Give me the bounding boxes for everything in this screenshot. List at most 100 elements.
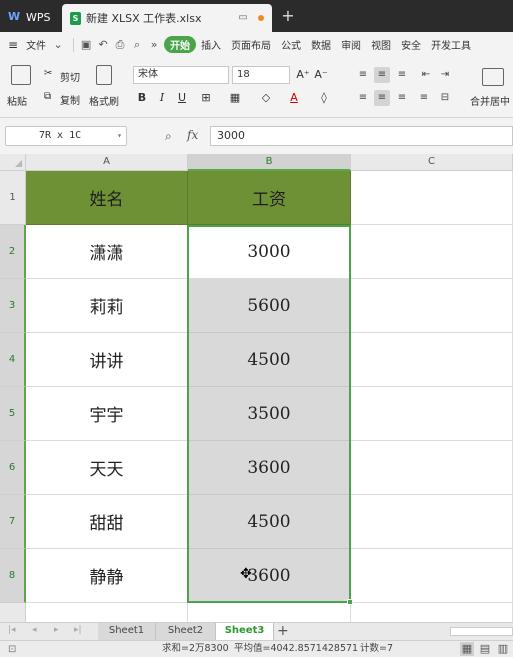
- font-size-select[interactable]: 18: [232, 66, 290, 84]
- undo-icon[interactable]: ↶: [96, 38, 110, 52]
- tab-review[interactable]: 审阅: [336, 37, 366, 52]
- cell-salary-active[interactable]: 3000: [188, 225, 351, 279]
- fill-style-icon[interactable]: ▦: [227, 90, 243, 106]
- font-name-select[interactable]: 宋体: [133, 66, 229, 84]
- sheet-tab-2[interactable]: Sheet2: [156, 623, 216, 640]
- add-sheet-button[interactable]: +: [277, 623, 289, 639]
- prev-sheet-icon[interactable]: ◂: [32, 625, 37, 635]
- row-header[interactable]: 4: [0, 333, 26, 387]
- tab-view[interactable]: 视图: [366, 37, 396, 52]
- horizontal-scrollbar[interactable]: [450, 627, 513, 636]
- scissors-icon[interactable]: ✂: [44, 68, 52, 79]
- fill-color-icon[interactable]: ◇: [258, 90, 274, 106]
- cut-button[interactable]: 剪切: [60, 69, 80, 84]
- column-header-a[interactable]: A: [26, 154, 188, 171]
- table-cell[interactable]: [351, 279, 513, 333]
- macro-record-icon[interactable]: ⊡: [8, 642, 16, 657]
- bold-icon[interactable]: B: [134, 90, 150, 106]
- tab-page-layout[interactable]: 页面布局: [226, 37, 276, 52]
- next-sheet-icon[interactable]: ▸: [54, 625, 59, 635]
- row-header[interactable]: 3: [0, 279, 26, 333]
- underline-icon[interactable]: U: [174, 90, 190, 106]
- cell-salary[interactable]: 3600: [188, 549, 351, 603]
- align-center-icon[interactable]: ≡: [374, 90, 390, 106]
- spreadsheet-grid[interactable]: A B C 1 姓名 工资 2 潇潇 3000 3 莉莉 5600 4 讲讲 4…: [0, 154, 513, 622]
- chevron-down-icon[interactable]: ⌄: [51, 38, 65, 52]
- row-header[interactable]: 8: [0, 549, 26, 603]
- page-break-view-icon[interactable]: ▥: [496, 642, 510, 656]
- column-header-b[interactable]: B: [188, 154, 351, 171]
- first-sheet-icon[interactable]: |◂: [8, 625, 16, 635]
- table-cell[interactable]: [351, 441, 513, 495]
- cell-salary[interactable]: 4500: [188, 333, 351, 387]
- cell-name[interactable]: 潇潇: [26, 225, 188, 279]
- table-cell[interactable]: [351, 603, 513, 622]
- align-middle-icon[interactable]: ≡: [374, 67, 390, 83]
- italic-icon[interactable]: I: [154, 90, 170, 106]
- table-cell[interactable]: [351, 387, 513, 441]
- cell-salary[interactable]: 4500: [188, 495, 351, 549]
- align-right-icon[interactable]: ≡: [394, 90, 410, 106]
- format-painter-button[interactable]: 格式刷: [89, 93, 119, 108]
- align-top-icon[interactable]: ≡: [355, 67, 371, 83]
- zoom-lookup-icon[interactable]: ⌕: [165, 129, 172, 144]
- sheet-tab-3[interactable]: Sheet3: [216, 623, 274, 640]
- last-sheet-icon[interactable]: ▸|: [74, 625, 82, 635]
- window-restore-icon[interactable]: ▭: [237, 12, 249, 24]
- tab-security[interactable]: 安全: [396, 37, 426, 52]
- paste-button[interactable]: 粘贴: [7, 93, 27, 108]
- print-preview-icon[interactable]: ⌕: [130, 38, 144, 52]
- tab-developer[interactable]: 开发工具: [426, 37, 476, 52]
- cell-name[interactable]: 甜甜: [26, 495, 188, 549]
- insert-function-icon[interactable]: fx: [187, 128, 198, 142]
- row-header[interactable]: 6: [0, 441, 26, 495]
- decrease-font-icon[interactable]: A⁻: [313, 67, 329, 83]
- select-all-corner[interactable]: [0, 154, 26, 171]
- merge-center-button[interactable]: 合并居中: [470, 93, 510, 108]
- normal-view-icon[interactable]: ▦: [460, 642, 474, 656]
- increase-indent-icon[interactable]: ⇥: [437, 67, 453, 83]
- table-cell[interactable]: [26, 603, 188, 622]
- align-bottom-icon[interactable]: ≡: [394, 67, 410, 83]
- cell-name[interactable]: 讲讲: [26, 333, 188, 387]
- menu-file[interactable]: 文件: [21, 37, 51, 52]
- copy-button[interactable]: 复制: [60, 92, 80, 107]
- cell-name-header[interactable]: 姓名: [26, 171, 188, 225]
- more-commands-icon[interactable]: »: [147, 38, 161, 52]
- tab-data[interactable]: 数据: [306, 37, 336, 52]
- cell-salary[interactable]: 3500: [188, 387, 351, 441]
- tab-insert[interactable]: 插入: [196, 37, 226, 52]
- page-layout-view-icon[interactable]: ▤: [478, 642, 492, 656]
- cell-salary-header[interactable]: 工资: [188, 171, 351, 225]
- merge-center-icon[interactable]: [482, 68, 504, 86]
- row-header[interactable]: 5: [0, 387, 26, 441]
- chevron-down-icon[interactable]: ▾: [117, 127, 122, 145]
- tab-formulas[interactable]: 公式: [276, 37, 306, 52]
- formula-input[interactable]: 3000: [210, 126, 513, 146]
- decrease-indent-icon[interactable]: ⇤: [418, 67, 434, 83]
- increase-font-icon[interactable]: A⁺: [295, 67, 311, 83]
- table-cell[interactable]: [188, 603, 351, 622]
- row-header[interactable]: 2: [0, 225, 26, 279]
- font-color-icon[interactable]: A: [286, 90, 302, 106]
- clear-format-icon[interactable]: ◊: [316, 90, 332, 106]
- row-header[interactable]: 7: [0, 495, 26, 549]
- paste-icon[interactable]: [11, 65, 31, 85]
- fill-handle[interactable]: [347, 599, 353, 605]
- copy-icon[interactable]: ⧉: [44, 91, 51, 102]
- cell-name[interactable]: 天天: [26, 441, 188, 495]
- row-header[interactable]: 1: [0, 171, 26, 225]
- cell-name[interactable]: 莉莉: [26, 279, 188, 333]
- new-tab-button[interactable]: +: [280, 8, 296, 24]
- wps-app-tab[interactable]: W WPS: [0, 4, 58, 30]
- table-cell[interactable]: [351, 495, 513, 549]
- hamburger-icon[interactable]: ≡: [8, 38, 18, 52]
- cell-name[interactable]: 宇宇: [26, 387, 188, 441]
- document-tab[interactable]: S 新建 XLSX 工作表.xlsx ▭: [62, 4, 272, 32]
- format-painter-icon[interactable]: [96, 65, 112, 85]
- name-box[interactable]: 7R x 1C ▾: [5, 126, 127, 146]
- distribute-icon[interactable]: ⊟: [437, 90, 453, 106]
- table-cell[interactable]: [351, 549, 513, 603]
- save-icon[interactable]: ▣: [79, 38, 93, 52]
- row-header[interactable]: [0, 603, 26, 622]
